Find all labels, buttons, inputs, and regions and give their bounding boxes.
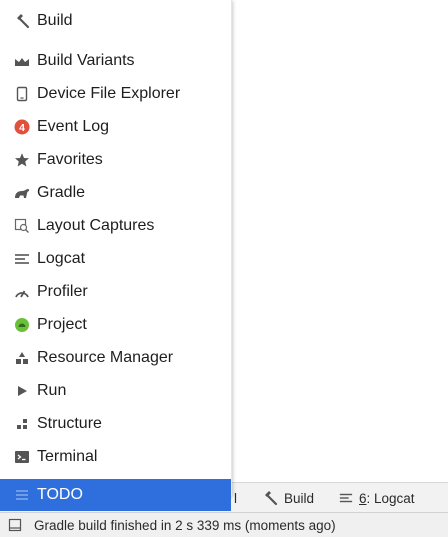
tool-button-hidden-fragment[interactable]: l [234, 483, 237, 513]
menu-item-label: Favorites [37, 150, 103, 168]
structure-icon [14, 416, 30, 432]
menu-item-todo[interactable]: TODO [0, 479, 231, 511]
gradle-elephant-icon [14, 185, 30, 201]
tool-windows-menu: Build Build Variants Device File Explore… [0, 0, 232, 511]
tool-button-build[interactable]: Build [262, 483, 314, 513]
menu-item-terminal[interactable]: Terminal [0, 440, 231, 473]
layout-captures-icon [14, 218, 30, 234]
logcat-icon [339, 491, 353, 505]
tool-button-build-label: Build [284, 490, 315, 506]
menu-item-build-variants[interactable]: Build Variants [0, 44, 231, 77]
menu-item-logcat[interactable]: Logcat [0, 242, 231, 275]
menu-item-layout-captures[interactable]: Layout Captures [0, 209, 231, 242]
menu-item-project[interactable]: Project [0, 308, 231, 341]
menu-item-label: Structure [37, 414, 102, 432]
event-log-badge-count: 4 [19, 122, 25, 134]
menu-item-label: Project [37, 315, 87, 333]
run-play-icon [14, 383, 30, 399]
menu-item-label: Build Variants [37, 51, 135, 69]
terminal-icon [14, 449, 30, 465]
star-icon [14, 152, 30, 168]
menu-item-label: Layout Captures [37, 216, 155, 234]
tool-button-fragment-label: l [234, 490, 237, 506]
menu-item-gradle[interactable]: Gradle [0, 176, 231, 209]
menu-item-favorites[interactable]: Favorites [0, 143, 231, 176]
menu-item-label: Resource Manager [37, 348, 174, 366]
build-variants-icon [14, 53, 30, 69]
tool-button-logcat-number: 6 [359, 490, 367, 506]
project-android-icon [14, 317, 30, 333]
menu-item-label: Logcat [37, 249, 86, 267]
menu-item-label: Gradle [37, 183, 86, 201]
logcat-icon [14, 251, 30, 267]
menu-item-label: Build [37, 11, 73, 29]
todo-list-icon [14, 487, 30, 503]
menu-item-label: Device File Explorer [37, 84, 181, 102]
menu-item-label: Run [37, 381, 67, 399]
tool-button-logcat-label: : Logcat [366, 490, 415, 506]
tool-button-logcat[interactable]: 6: Logcat [339, 483, 415, 513]
ide-window: Build Build Variants Device File Explore… [0, 0, 448, 537]
menu-item-label: Profiler [37, 282, 88, 300]
profiler-gauge-icon [14, 284, 30, 300]
menu-item-event-log[interactable]: 4 Event Log [0, 110, 231, 143]
menu-item-build[interactable]: Build [0, 4, 231, 37]
device-icon [14, 86, 30, 102]
menu-item-profiler[interactable]: Profiler [0, 275, 231, 308]
event-log-error-icon: 4 [14, 119, 30, 135]
menu-item-structure[interactable]: Structure [0, 407, 231, 440]
menu-item-resource-manager[interactable]: Resource Manager [0, 341, 231, 374]
menu-item-device-file-explorer[interactable]: Device File Explorer [0, 77, 231, 110]
menu-item-run[interactable]: Run [0, 374, 231, 407]
hammer-icon [14, 13, 30, 29]
tool-windows-toggle-icon[interactable] [8, 518, 22, 532]
status-bar: Gradle build finished in 2 s 339 ms (mom… [0, 512, 448, 537]
menu-item-label: Terminal [37, 447, 98, 465]
hammer-icon [262, 490, 278, 506]
menu-item-label: Event Log [37, 117, 110, 135]
status-message: Gradle build finished in 2 s 339 ms (mom… [34, 517, 336, 533]
menu-item-label: TODO [37, 486, 83, 503]
resource-manager-icon [14, 350, 30, 366]
